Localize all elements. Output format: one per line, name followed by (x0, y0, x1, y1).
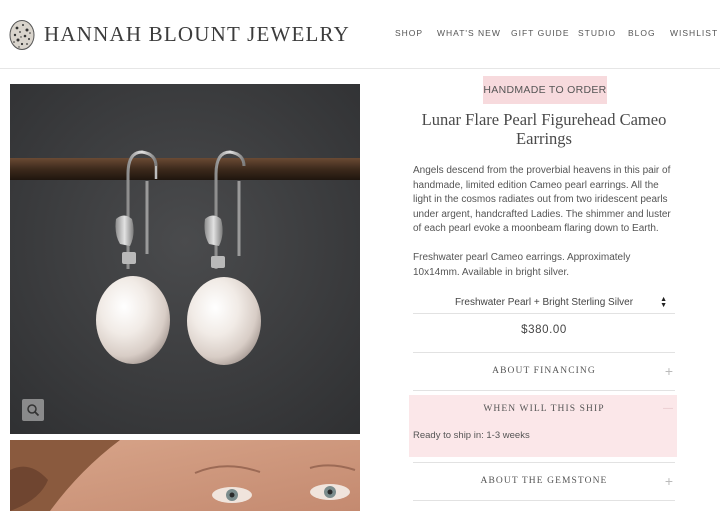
handmade-badge: HANDMADE TO ORDER (483, 76, 607, 104)
model-photo (10, 440, 360, 511)
zoom-button[interactable] (22, 399, 44, 421)
minus-icon: — (663, 403, 673, 414)
accordion-gemstone[interactable]: ABOUT THE GEMSTONE + (413, 472, 675, 492)
accordion-financing[interactable]: ABOUT FINANCING + (413, 362, 675, 382)
earrings-photo (10, 84, 360, 434)
site-header: HANNAH BLOUNT JEWELRY SHOP WHAT'S NEW GI… (0, 0, 720, 69)
nav-blog[interactable]: BLOG (628, 28, 656, 38)
product-description: Angels descend from the proverbial heave… (413, 165, 671, 235)
divider (413, 462, 675, 463)
accordion-ship-label: WHEN WILL THIS SHIP (483, 404, 605, 414)
variant-select[interactable]: Freshwater Pearl + Bright Sterling Silve… (413, 292, 675, 314)
ship-time-text: Ready to ship in: 1-3 weeks (413, 430, 530, 441)
up-down-arrows-icon: ▲ ▼ (660, 296, 667, 309)
nav-gift-guide[interactable]: GIFT GUIDE (511, 28, 570, 38)
accordion-financing-label: ABOUT FINANCING (492, 366, 596, 376)
speckled-egg-logo-icon[interactable] (9, 18, 35, 50)
divider (413, 352, 675, 353)
product-title: Lunar Flare Pearl Figurehead Cameo Earri… (421, 110, 667, 148)
plus-icon: + (664, 473, 673, 489)
product-price: $380.00 (521, 324, 567, 336)
magnifier-icon (27, 404, 40, 417)
brand-name[interactable]: HANNAH BLOUNT JEWELRY (44, 22, 350, 47)
variant-select-value: Freshwater Pearl + Bright Sterling Silve… (454, 297, 634, 308)
nav-studio[interactable]: STUDIO (578, 28, 616, 38)
product-specs: Freshwater pearl Cameo earrings. Approxi… (413, 252, 631, 278)
divider (413, 500, 675, 501)
divider (413, 390, 675, 391)
accordion-ship[interactable]: WHEN WILL THIS SHIP — (413, 400, 675, 420)
product-model-image[interactable] (10, 440, 360, 511)
product-main-image[interactable] (10, 84, 360, 434)
plus-icon: + (664, 363, 673, 379)
nav-wishlist[interactable]: WISHLIST (670, 28, 718, 38)
nav-whats-new[interactable]: WHAT'S NEW (437, 28, 501, 38)
nav-shop[interactable]: SHOP (395, 28, 423, 38)
accordion-gemstone-label: ABOUT THE GEMSTONE (480, 476, 608, 486)
